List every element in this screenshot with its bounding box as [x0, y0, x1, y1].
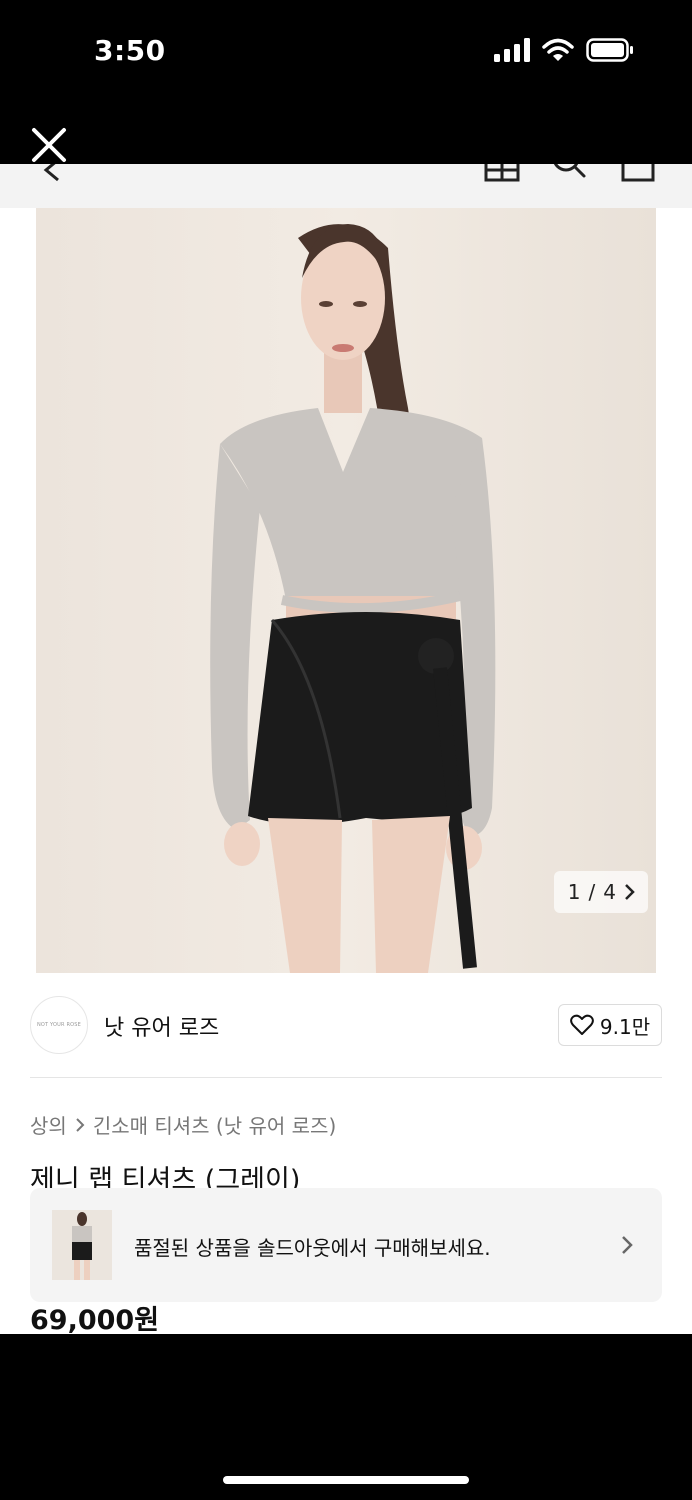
close-icon: [32, 128, 66, 162]
breadcrumb-category[interactable]: 상의: [30, 1110, 67, 1139]
product-webview[interactable]: 1 / 4 NOT YOUR ROSE 낫 유어 로즈 9.1만 상의 긴소매 …: [0, 164, 692, 1334]
image-counter-current: 1: [567, 880, 581, 904]
heart-icon: [570, 1014, 594, 1035]
image-page-counter[interactable]: 1 / 4: [553, 871, 648, 913]
breadcrumb: 상의 긴소매 티셔츠 (낫 유어 로즈): [30, 1110, 336, 1139]
topbar-icons: [484, 164, 656, 184]
like-count: 9.1만: [599, 1014, 651, 1039]
soldout-thumbnail: [52, 1210, 112, 1280]
image-counter-total: 4: [603, 880, 616, 904]
search-icon[interactable]: [552, 164, 588, 184]
sheet-header: [0, 100, 692, 164]
soldout-banner[interactable]: 품절된 상품을 솔드아웃에서 구매해보세요.: [30, 1188, 662, 1302]
brand-logo[interactable]: NOT YOUR ROSE: [30, 996, 88, 1054]
home-icon[interactable]: [484, 164, 520, 184]
chevron-right-icon: [76, 1117, 85, 1132]
chevron-right-icon: [622, 1236, 633, 1254]
product-price: 69,000원: [30, 1305, 160, 1334]
soldout-banner-text: 품절된 상품을 솔드아웃에서 구매해보세요.: [134, 1236, 491, 1260]
status-bar: 3:50: [0, 0, 692, 100]
image-counter-separator: /: [588, 880, 596, 904]
back-chevron-icon[interactable]: [36, 164, 66, 186]
chevron-right-icon: [625, 884, 635, 900]
wifi-icon: [542, 38, 574, 61]
product-image[interactable]: 1 / 4: [36, 208, 656, 973]
close-button[interactable]: [28, 124, 70, 166]
breadcrumb-subcategory[interactable]: 긴소매 티셔츠 (낫 유어 로즈): [93, 1110, 336, 1139]
home-indicator[interactable]: [223, 1476, 469, 1484]
cellular-signal-icon: [494, 38, 530, 62]
cart-icon[interactable]: [620, 164, 656, 184]
battery-icon: [586, 38, 633, 62]
like-button[interactable]: 9.1만: [558, 1004, 662, 1046]
model-photo-illustration: [210, 224, 496, 973]
divider: [30, 1077, 662, 1078]
brand-name[interactable]: 낫 유어 로즈: [104, 1010, 219, 1042]
status-time: 3:50: [94, 34, 166, 67]
status-icons: [494, 38, 634, 62]
brand-row[interactable]: NOT YOUR ROSE 낫 유어 로즈 9.1만: [30, 994, 662, 1056]
product-topbar: [0, 164, 692, 208]
